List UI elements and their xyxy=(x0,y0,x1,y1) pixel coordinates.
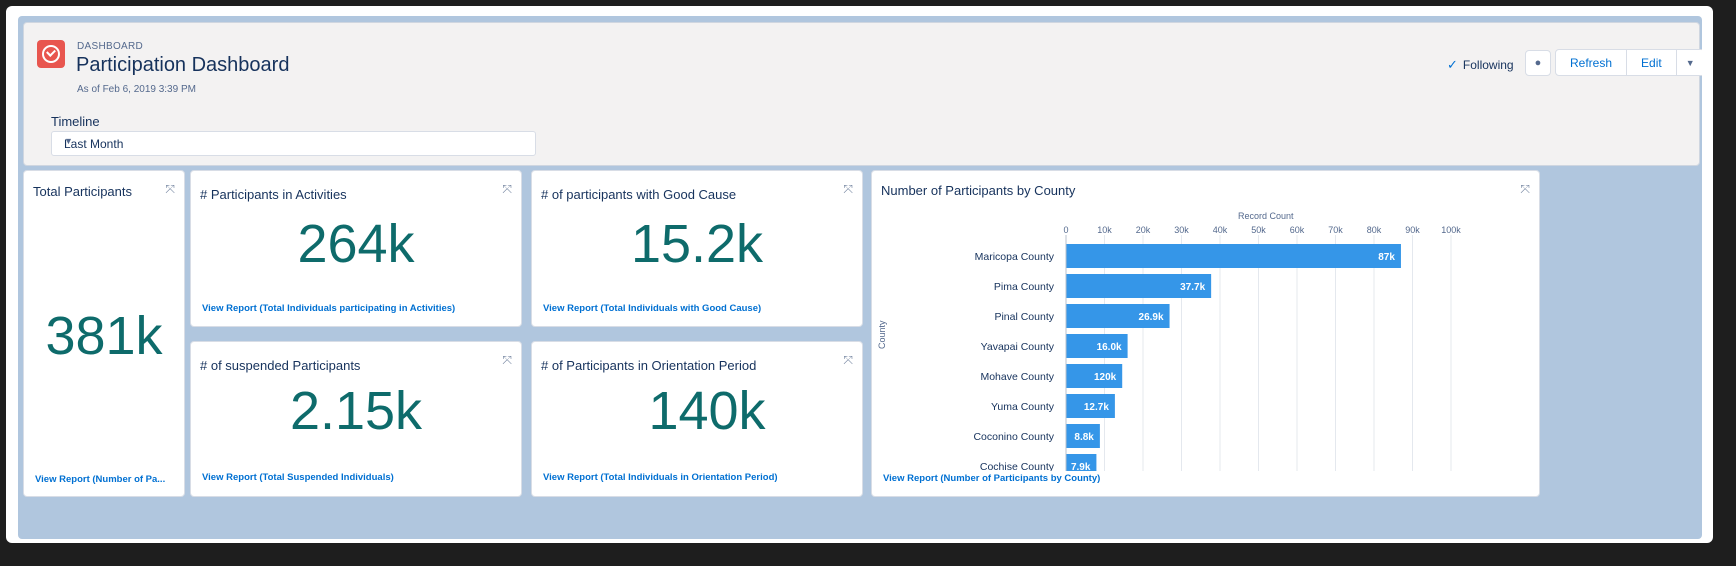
dashboard-header: DASHBOARD Participation Dashboard As of … xyxy=(23,22,1702,166)
view-report-link[interactable]: View Report (Total Individuals in Orient… xyxy=(543,472,778,483)
edit-button[interactable]: Edit xyxy=(1627,50,1677,75)
timeline-filter-label: Timeline xyxy=(51,114,100,129)
page-title: Participation Dashboard xyxy=(76,54,290,76)
category-label: Yavapai County xyxy=(981,341,1055,353)
view-report-link[interactable]: View Report (Total Individuals with Good… xyxy=(543,303,761,314)
x-tick-label: 90k xyxy=(1405,225,1420,235)
expand-icon[interactable]: ⤧ xyxy=(165,182,175,197)
data-label: 120k xyxy=(1094,372,1117,383)
bar[interactable] xyxy=(1066,244,1401,268)
expand-icon[interactable]: ⤧ xyxy=(502,353,512,368)
data-label: 87k xyxy=(1378,252,1395,263)
header-button-group: Refresh Edit ▼ xyxy=(1555,49,1702,76)
following-label: Following xyxy=(1462,58,1514,72)
category-label: Mohave County xyxy=(980,371,1054,383)
expand-icon[interactable]: ⤧ xyxy=(843,353,853,368)
data-label: 37.7k xyxy=(1180,282,1205,293)
x-tick-label: 40k xyxy=(1213,225,1228,235)
refresh-button[interactable]: Refresh xyxy=(1556,50,1628,75)
card-title: Total Participants xyxy=(33,184,132,199)
data-label: 16.0k xyxy=(1097,342,1122,353)
subscribe-button[interactable]: ● xyxy=(1525,50,1551,76)
x-tick-label: 60k xyxy=(1290,225,1305,235)
category-label: Cochise County xyxy=(980,461,1055,471)
metric-value[interactable]: 381k xyxy=(24,305,184,367)
dashboard-canvas: DASHBOARD Participation Dashboard As of … xyxy=(18,16,1702,539)
bell-icon: ● xyxy=(1534,57,1542,69)
following-button[interactable]: ✓ Following xyxy=(1447,57,1514,73)
chevron-down-icon: ▼ xyxy=(1685,57,1695,68)
category-label: Pima County xyxy=(994,281,1055,293)
orientation-period-card: # of Participants in Orientation Period … xyxy=(531,341,863,497)
category-label: Coconino County xyxy=(973,431,1054,443)
timeline-filter-select[interactable]: Last Month ▼ xyxy=(51,131,536,156)
x-tick-label: 20k xyxy=(1136,225,1151,235)
suspended-participants-card: # of suspended Participants ⤧ 2.15k View… xyxy=(190,341,522,497)
data-label: 7.9k xyxy=(1071,462,1091,471)
x-tick-label: 50k xyxy=(1251,225,1266,235)
card-title: # of suspended Participants xyxy=(200,358,361,373)
view-report-link[interactable]: View Report (Number of Pa... xyxy=(35,474,165,485)
dashboard-app-icon xyxy=(37,40,65,68)
object-type-label: DASHBOARD xyxy=(77,41,144,52)
participants-by-county-card: Number of Participants by County ⤧ Recor… xyxy=(871,170,1540,497)
x-tick-label: 100k xyxy=(1441,225,1461,235)
x-tick-label: 70k xyxy=(1328,225,1343,235)
total-participants-card: Total Participants ⤧ 381k View Report (N… xyxy=(23,170,185,497)
expand-icon[interactable]: ⤧ xyxy=(843,182,853,197)
metric-value[interactable]: 140k xyxy=(552,380,862,442)
x-tick-label: 10k xyxy=(1097,225,1112,235)
view-report-link[interactable]: View Report (Number of Participants by C… xyxy=(883,473,1100,484)
card-title: # of participants with Good Cause xyxy=(541,187,737,202)
card-title: # Participants in Activities xyxy=(200,187,347,202)
more-actions-button[interactable]: ▼ xyxy=(1677,50,1702,75)
x-tick-label: 0 xyxy=(1063,225,1068,235)
view-report-link[interactable]: View Report (Total Individuals participa… xyxy=(202,303,455,314)
category-label: Maricopa County xyxy=(975,251,1055,263)
card-title: # of Participants in Orientation Period xyxy=(541,358,757,373)
metric-value[interactable]: 264k xyxy=(191,213,521,275)
data-label: 26.9k xyxy=(1139,312,1164,323)
x-tick-label: 80k xyxy=(1367,225,1382,235)
category-label: Yuma County xyxy=(991,401,1055,413)
view-report-link[interactable]: View Report (Total Suspended Individuals… xyxy=(202,472,394,483)
window-frame: DASHBOARD Participation Dashboard As of … xyxy=(6,6,1713,543)
participants-in-activities-card: # Participants in Activities ⤧ 264k View… xyxy=(190,170,522,327)
good-cause-card: # of participants with Good Cause ⤧ 15.2… xyxy=(531,170,863,327)
check-icon: ✓ xyxy=(1447,57,1458,72)
county-bar-chart: 0 10k 20k 30k 40k 50k 60k 70k 80k 90k 100k Maricopa… xyxy=(973,225,1461,471)
chevron-down-icon: ▼ xyxy=(64,136,73,146)
expand-icon[interactable]: ⤧ xyxy=(502,182,512,197)
metric-value[interactable]: 2.15k xyxy=(191,380,521,442)
category-label: Pinal County xyxy=(994,311,1054,323)
x-tick-label: 30k xyxy=(1174,225,1189,235)
data-label: 12.7k xyxy=(1084,402,1109,413)
data-label: 8.8k xyxy=(1074,432,1094,443)
as-of-timestamp: As of Feb 6, 2019 3:39 PM xyxy=(77,84,196,95)
metric-value[interactable]: 15.2k xyxy=(532,213,862,275)
